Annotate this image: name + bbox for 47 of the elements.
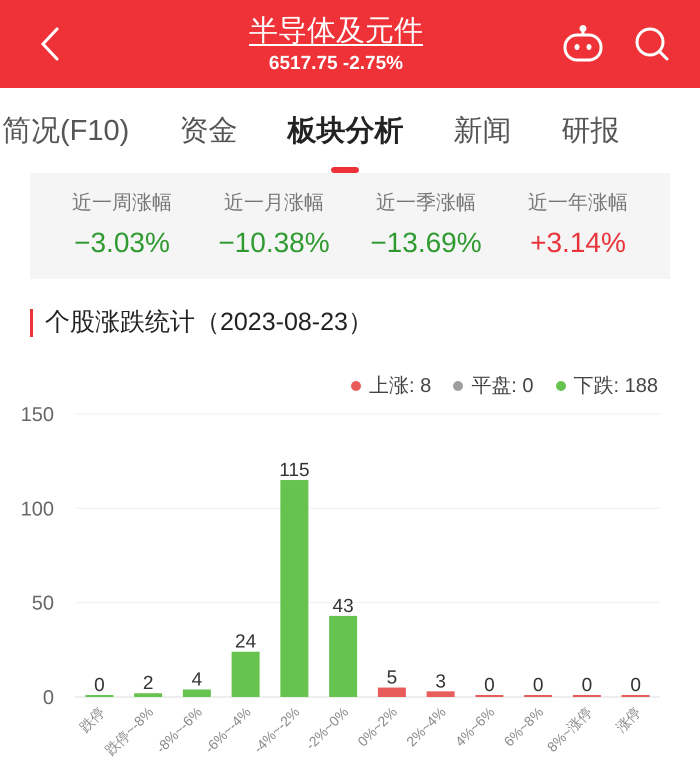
section-marker (30, 309, 33, 337)
bar-value-label: 0 (582, 675, 592, 696)
bar-value-label: 3 (435, 671, 446, 692)
y-axis-label: 150 (20, 404, 54, 426)
tab[interactable]: 板块分析 (287, 111, 404, 151)
bar (378, 688, 406, 697)
index-quote: 6517.75 -2.75% (268, 52, 404, 76)
bar (134, 693, 162, 697)
bar-value-label: 0 (94, 675, 105, 696)
active-tab-indicator (331, 167, 360, 173)
period-change: +3.14% (530, 226, 626, 260)
back-icon (39, 26, 61, 62)
bar-value-label: 2 (142, 673, 154, 694)
bar-value-label: 0 (630, 675, 641, 696)
legend-label: 平盘: 0 (471, 374, 534, 399)
tab[interactable]: 资金 (179, 111, 238, 151)
bar-value-label: 115 (279, 460, 310, 482)
y-axis-label: 0 (42, 687, 54, 709)
legend-label: 上涨: 8 (369, 374, 432, 399)
search-icon[interactable] (634, 26, 670, 62)
robot-icon[interactable] (562, 25, 604, 63)
bar-value-label: 4 (192, 669, 202, 690)
bar-value-label: 43 (332, 596, 354, 617)
x-axis-label: 跌停 (76, 704, 108, 735)
bar-value-label: 24 (235, 632, 256, 653)
period-label: 近一月涨幅 (224, 191, 324, 216)
period-label: 近一年涨幅 (528, 191, 628, 216)
period-label: 近一周涨幅 (72, 191, 172, 216)
x-axis-label: 涨停 (612, 704, 644, 735)
bar-value-label: 5 (386, 668, 398, 689)
legend-label: 下跌: 188 (574, 374, 658, 399)
bar (232, 652, 260, 697)
tab[interactable]: 新闻 (453, 111, 512, 151)
period-label: 近一季涨幅 (376, 191, 476, 216)
period-change: −13.69% (370, 226, 482, 260)
bar (182, 689, 211, 697)
y-axis-label: 50 (32, 592, 54, 615)
section-title: 个股涨跌统计（2023-08-23） (45, 307, 373, 338)
bar-value-label: 0 (484, 675, 495, 696)
bar-value-label: 0 (532, 675, 544, 696)
page-title[interactable]: 半导体及元件 (249, 11, 423, 51)
bar (426, 691, 455, 697)
tab[interactable]: 简况(F10) (2, 111, 130, 151)
y-axis-label: 100 (20, 498, 54, 520)
period-change: −10.38% (218, 226, 330, 260)
tab[interactable]: 研报 (561, 111, 620, 151)
period-change: −3.03% (74, 226, 170, 260)
